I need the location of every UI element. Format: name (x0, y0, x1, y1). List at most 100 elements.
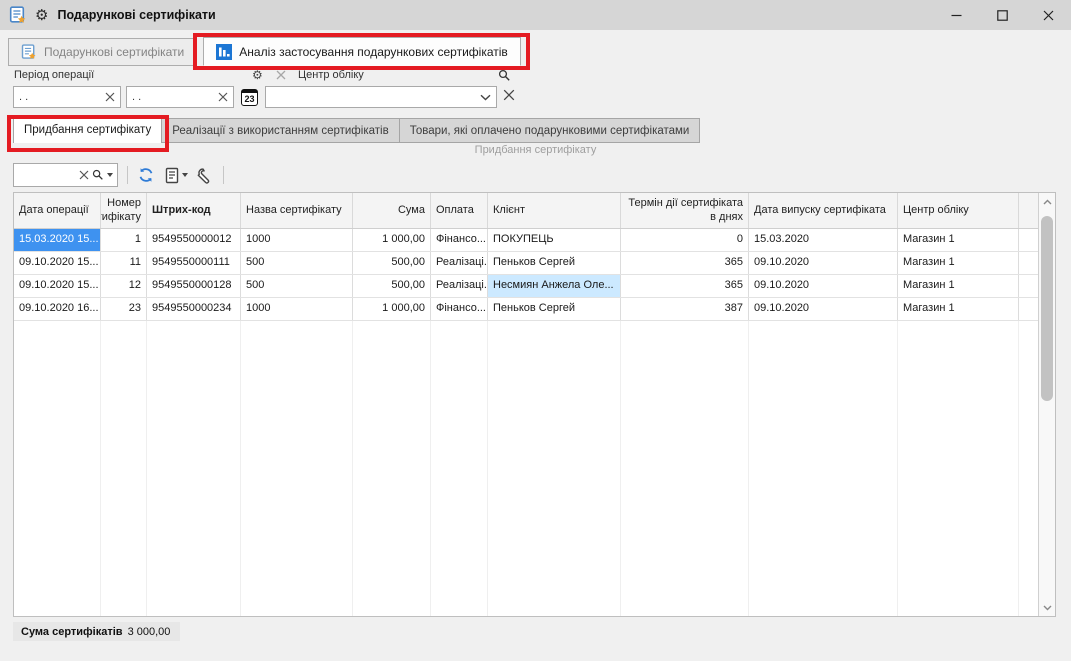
table-cell[interactable]: Несмиян Анжела Оле... (488, 275, 621, 297)
scrollbar-thumb[interactable] (1041, 216, 1053, 401)
empty-column (898, 321, 1019, 616)
table-cell[interactable]: 500,00 (353, 252, 431, 274)
column-header[interactable]: Назва сертифікату (241, 193, 353, 228)
table-cell[interactable]: Реалізаці... (431, 275, 488, 297)
search-options-arrow-icon[interactable] (107, 173, 113, 177)
tab-gift-certificates[interactable]: Подарункові сертифікати (8, 38, 197, 66)
subtab-sales-with-certificates[interactable]: Реалізації з використанням сертифікатів (161, 118, 399, 143)
totals-bar: Сума сертифікатів 3 000,00 (13, 622, 180, 641)
table-cell[interactable]: 9549550000234 (147, 298, 241, 320)
table-search-input[interactable] (18, 169, 76, 181)
title-bar: ⚙ Подарункові сертифікати (0, 0, 1071, 30)
clear-date-from-icon[interactable] (105, 92, 115, 102)
table-cell[interactable]: 12 (101, 275, 147, 297)
column-header[interactable]: Сума (353, 193, 431, 228)
table-cell[interactable]: 500 (241, 275, 353, 297)
subtab-certificate-purchase[interactable]: Придбання сертифікату (13, 116, 162, 143)
table-cell[interactable]: Магазин 1 (898, 229, 1019, 251)
table-cell[interactable]: 09.10.2020 (749, 298, 898, 320)
chevron-down-icon[interactable] (480, 94, 491, 101)
table-cell[interactable]: 365 (621, 275, 749, 297)
table-cell[interactable]: 15.03.2020 15... (14, 229, 101, 251)
center-select-input[interactable] (271, 91, 480, 103)
table-cell[interactable]: 09.10.2020 15... (14, 252, 101, 274)
clear-search-icon[interactable] (79, 170, 89, 180)
table-row: 15.03.2020 15...1954955000001210001 000,… (14, 229, 1038, 252)
date-from-field[interactable] (13, 86, 121, 108)
maximize-button[interactable] (979, 0, 1025, 30)
totals-value: 3 000,00 (128, 626, 171, 638)
table-cell[interactable]: 15.03.2020 (749, 229, 898, 251)
table-cell[interactable]: 09.10.2020 (749, 275, 898, 297)
configure-wrench-button[interactable] (197, 167, 214, 184)
refresh-button[interactable] (137, 166, 155, 184)
minimize-button[interactable] (933, 0, 979, 30)
scrollbar-track[interactable] (1039, 210, 1055, 599)
empty-column (1019, 321, 1038, 616)
table-cell[interactable]: 1000 (241, 229, 353, 251)
table-cell[interactable]: 0 (621, 229, 749, 251)
tab-label: Аналіз застосування подарункових сертифі… (239, 45, 508, 59)
period-label: Період операції (14, 69, 94, 81)
table-cell[interactable]: Пеньков Сергей (488, 252, 621, 274)
scroll-down-icon[interactable] (1039, 599, 1055, 616)
column-header[interactable]: Штрих-код (147, 193, 241, 228)
search-magnifier-icon[interactable] (498, 69, 511, 82)
table-cell[interactable]: 1 000,00 (353, 229, 431, 251)
table-search-field[interactable] (13, 163, 118, 187)
date-to-field[interactable] (126, 86, 234, 108)
clear-date-to-icon[interactable] (218, 92, 228, 102)
table-cell[interactable]: 387 (621, 298, 749, 320)
date-from-input[interactable] (19, 91, 105, 103)
table-cell[interactable]: Фінансо... (431, 229, 488, 251)
table-cell[interactable]: Магазин 1 (898, 298, 1019, 320)
table-cell[interactable]: 9549550000012 (147, 229, 241, 251)
table-cell[interactable]: 500 (241, 252, 353, 274)
table-cell[interactable]: 365 (621, 252, 749, 274)
table-cell[interactable]: 500,00 (353, 275, 431, 297)
table-cell[interactable]: Фінансо... (431, 298, 488, 320)
table-cell[interactable]: 09.10.2020 (749, 252, 898, 274)
table-cell[interactable]: 23 (101, 298, 147, 320)
column-header[interactable]: Дата операції (14, 193, 101, 228)
tab-certificate-analysis[interactable]: Аналіз застосування подарункових сертифі… (203, 37, 521, 66)
calendar-icon: 23 (241, 89, 258, 106)
table-cell[interactable]: 9549550000128 (147, 275, 241, 297)
table-cell[interactable]: 09.10.2020 16... (14, 298, 101, 320)
date-to-input[interactable] (132, 91, 218, 103)
table-cell[interactable]: ПОКУПЕЦЬ (488, 229, 621, 251)
table-header-row: Дата операціїНомер ртифікатуШтрих-кодНаз… (14, 193, 1038, 229)
table-cell[interactable]: Магазин 1 (898, 275, 1019, 297)
table-cell[interactable]: Реалізаці... (431, 252, 488, 274)
bar-chart-icon (216, 44, 232, 60)
column-header[interactable]: Дата випуску сертифіката (749, 193, 898, 228)
column-header[interactable]: Центр обліку (898, 193, 1019, 228)
subtab-goods-paid-with-certificates[interactable]: Товари, які оплачено подарунковими серти… (399, 118, 701, 143)
column-header[interactable]: Термін дії сертифіката в днях (621, 193, 749, 228)
column-header[interactable]: Оплата (431, 193, 488, 228)
table-cell[interactable]: Пеньков Сергей (488, 298, 621, 320)
search-icon[interactable] (92, 169, 104, 181)
table-cell[interactable]: 1 (101, 229, 147, 251)
clear-center-icon[interactable] (503, 89, 515, 101)
period-clear-icon[interactable] (276, 70, 286, 80)
table-cell[interactable]: 1 000,00 (353, 298, 431, 320)
tab-label: Подарункові сертифікати (44, 45, 184, 59)
calendar-button[interactable]: 23 (239, 86, 260, 108)
period-settings-gear-icon[interactable]: ⚙ (252, 68, 263, 82)
empty-column (241, 321, 353, 616)
gear-icon[interactable]: ⚙ (35, 8, 48, 23)
row-filler (1019, 275, 1038, 297)
scroll-up-icon[interactable] (1039, 193, 1055, 210)
column-header[interactable]: Номер ртифікату (101, 193, 147, 228)
column-header[interactable]: Клієнт (488, 193, 621, 228)
table-cell[interactable]: 09.10.2020 15... (14, 275, 101, 297)
vertical-scrollbar[interactable] (1038, 193, 1055, 616)
close-button[interactable] (1025, 0, 1071, 30)
table-cell[interactable]: 9549550000111 (147, 252, 241, 274)
report-settings-button[interactable] (164, 167, 188, 184)
table-cell[interactable]: Магазин 1 (898, 252, 1019, 274)
table-cell[interactable]: 11 (101, 252, 147, 274)
center-select[interactable] (265, 86, 497, 108)
table-cell[interactable]: 1000 (241, 298, 353, 320)
